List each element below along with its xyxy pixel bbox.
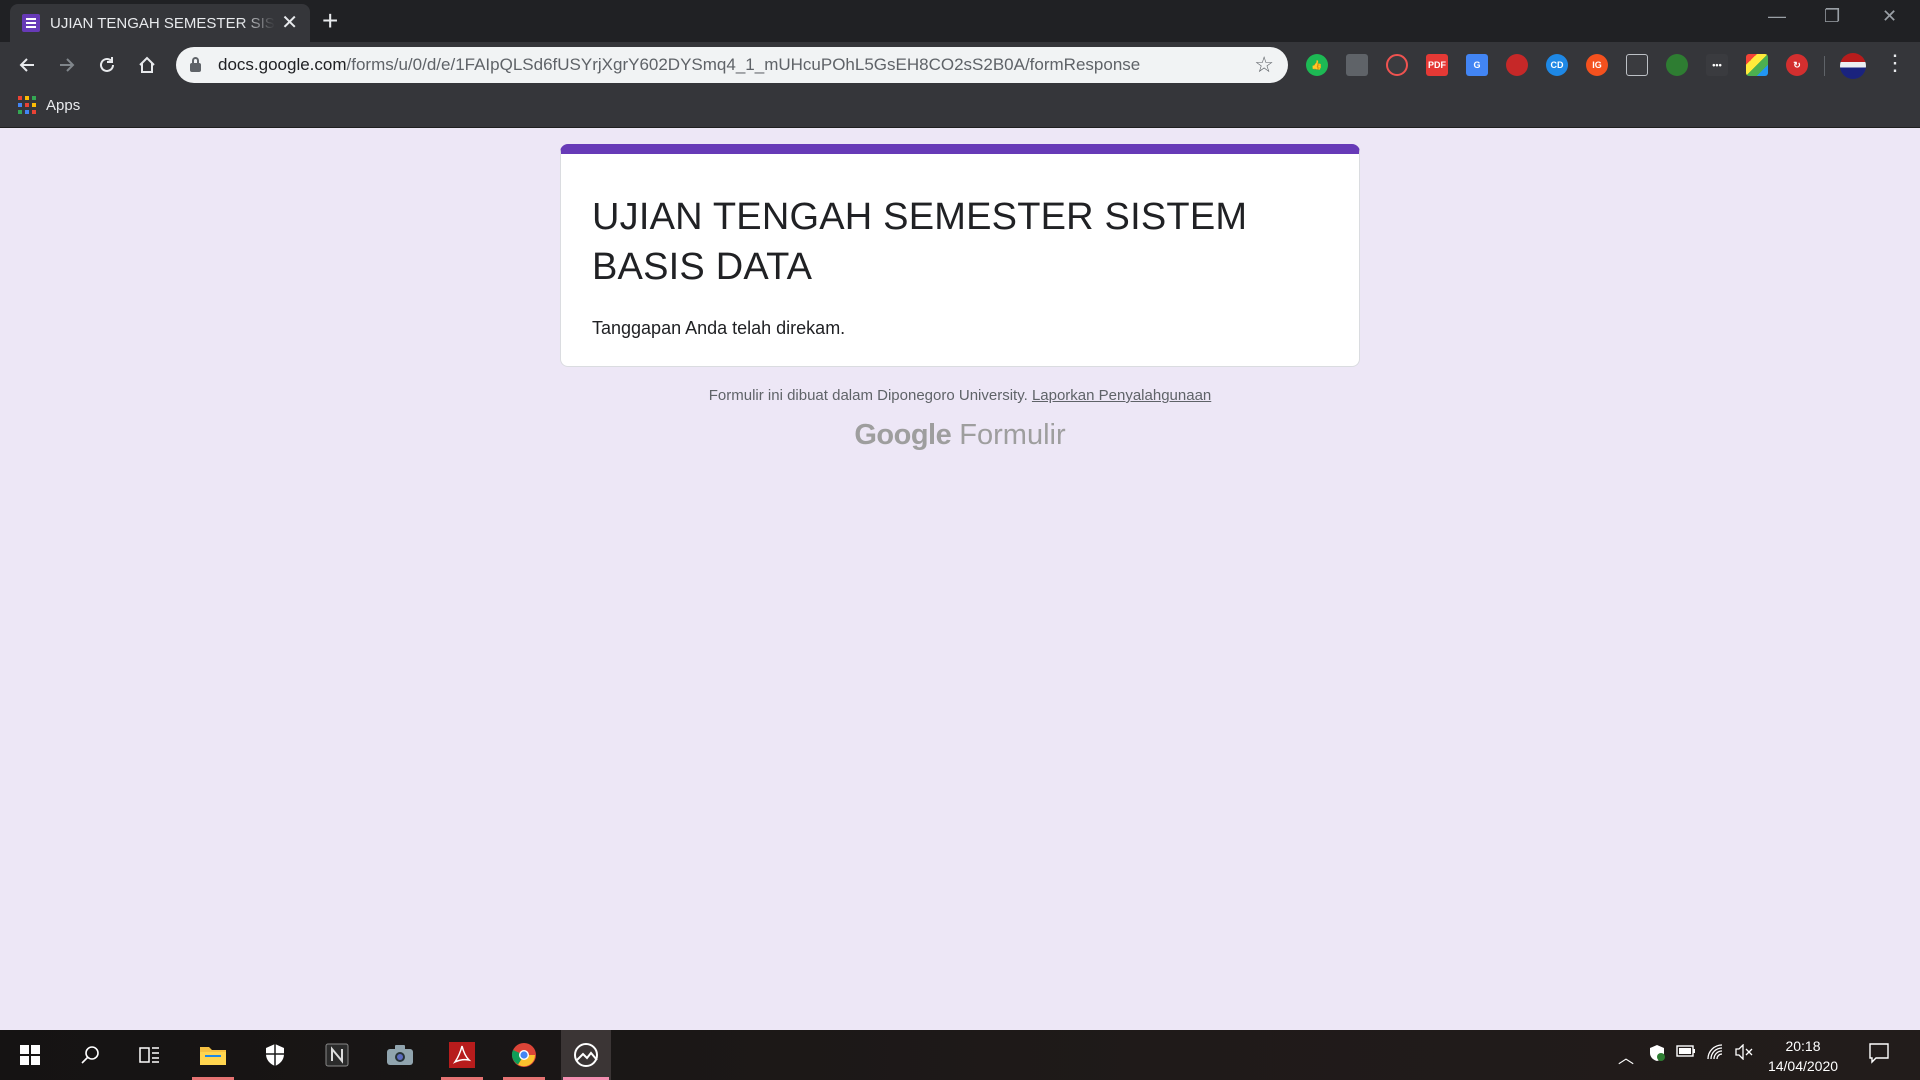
logo-product-text: Formulir <box>959 419 1066 451</box>
google-forms-logo[interactable]: Google Formulir <box>0 419 1920 452</box>
notification-bubble-icon <box>1869 1043 1889 1064</box>
url-text[interactable]: docs.google.com/forms/u/0/d/e/1FAIpQLSd6… <box>218 55 1246 75</box>
wifi-arcs-icon <box>1707 1044 1723 1060</box>
clock-date: 14/04/2020 <box>1767 1058 1839 1074</box>
profile-avatar[interactable] <box>1840 53 1866 79</box>
wifi-icon[interactable] <box>1706 1044 1726 1065</box>
battery-shape-icon <box>1676 1045 1695 1057</box>
forward-button[interactable] <box>52 50 82 80</box>
search-icon <box>81 1046 99 1064</box>
clock-time: 20:18 <box>1785 1038 1821 1054</box>
bookmark-star-icon[interactable]: ☆ <box>1254 52 1274 78</box>
volume-muted-icon[interactable] <box>1734 1043 1754 1065</box>
apps-label: Apps <box>46 96 81 114</box>
form-page: UJIAN TENGAH SEMESTER SISTEM BASIS DATA … <box>0 129 1920 1030</box>
acrobat-icon <box>449 1042 475 1068</box>
color-grid-icon[interactable] <box>1746 54 1768 76</box>
google-forms-favicon-icon <box>22 14 40 32</box>
taskbar-notion[interactable] <box>312 1030 362 1080</box>
reload-icon <box>100 57 114 72</box>
defender-tray-icon[interactable] <box>1648 1044 1666 1067</box>
taskbar-snipping-tool[interactable] <box>561 1030 611 1080</box>
back-button[interactable] <box>12 50 42 80</box>
shield-icon <box>266 1044 284 1066</box>
folder-icon <box>200 1047 226 1065</box>
restore-window-icon[interactable]: ❐ <box>1824 6 1840 27</box>
apps-shortcut[interactable]: Apps <box>18 96 80 114</box>
translate-icon[interactable]: G <box>1466 54 1488 76</box>
notion-icon <box>325 1043 349 1067</box>
minimize-window-icon[interactable]: — <box>1768 6 1786 27</box>
speaker-mute-icon <box>1735 1043 1753 1061</box>
browser-toolbar: docs.google.com/forms/u/0/d/e/1FAIpQLSd6… <box>0 42 1920 88</box>
form-footer: Formulir ini dibuat dalam Diponegoro Uni… <box>0 387 1920 404</box>
chrome-menu-icon[interactable]: ⋮ <box>1884 50 1906 76</box>
confirmation-message: Tanggapan Anda telah direkam. <box>592 318 846 338</box>
tab-close-icon[interactable]: ✕ <box>281 13 298 33</box>
taskbar-windows-security[interactable] <box>250 1030 300 1080</box>
camera-icon <box>387 1045 413 1065</box>
forward-arrow-icon <box>60 58 75 72</box>
lock-icon <box>190 56 201 72</box>
shield-check-icon <box>1650 1045 1665 1061</box>
taskbar-clock[interactable]: 20:18 14/04/2020 <box>1756 1036 1850 1076</box>
pdf-icon[interactable]: PDF <box>1426 54 1448 76</box>
taskbar-camera[interactable] <box>375 1030 425 1080</box>
cube-icon[interactable] <box>1346 54 1368 76</box>
tab-title: UJIAN TENGAH SEMESTER SISTEM BASIS DATA <box>50 14 275 32</box>
snip-sketch-icon <box>574 1043 598 1067</box>
task-view-icon <box>139 1047 159 1063</box>
reload-button[interactable] <box>92 50 122 80</box>
taskbar-chrome[interactable] <box>499 1030 549 1080</box>
toolbar-separator <box>1824 56 1825 76</box>
apps-grid-icon <box>18 96 36 114</box>
address-bar[interactable]: docs.google.com/forms/u/0/d/e/1FAIpQLSd6… <box>176 47 1288 83</box>
green-thumb-icon[interactable]: 👍 <box>1306 54 1328 76</box>
more-icon[interactable]: ••• <box>1706 54 1728 76</box>
browser-titlebar: UJIAN TENGAH SEMESTER SISTEM BASIS DATA … <box>0 0 1920 42</box>
form-confirmation-card: UJIAN TENGAH SEMESTER SISTEM BASIS DATA … <box>560 144 1360 367</box>
logo-google-text: Google <box>854 419 952 451</box>
start-button[interactable] <box>5 1030 55 1080</box>
bookmarks-bar: Apps <box>0 88 1920 128</box>
windows-logo-icon <box>20 1045 40 1065</box>
action-center-icon[interactable] <box>1868 1042 1890 1069</box>
back-arrow-icon <box>19 58 34 72</box>
link-icon[interactable] <box>1386 54 1408 76</box>
battery-icon[interactable] <box>1676 1044 1696 1063</box>
browser-tab[interactable]: UJIAN TENGAH SEMESTER SISTEM BASIS DATA … <box>10 4 310 42</box>
form-title: UJIAN TENGAH SEMESTER SISTEM BASIS DATA <box>592 196 1248 288</box>
url-domain: docs.google.com <box>218 55 347 74</box>
show-hidden-icons-chevron-icon[interactable]: ︿ <box>1618 1044 1634 1068</box>
windows-taskbar: ︿ 20:18 14/04/2020 <box>0 1030 1920 1080</box>
task-view-button[interactable] <box>125 1030 175 1080</box>
cd-icon[interactable]: CD <box>1546 54 1568 76</box>
footer-text: Formulir ini dibuat dalam Diponegoro Uni… <box>708 387 1028 404</box>
new-tab-button[interactable]: + <box>322 6 338 36</box>
chrome-icon <box>511 1043 536 1067</box>
report-abuse-link[interactable]: Laporkan Penyalahgunaan <box>1032 387 1211 404</box>
globe-icon[interactable] <box>1666 54 1688 76</box>
home-button[interactable] <box>132 50 162 80</box>
reader-icon[interactable] <box>1626 54 1648 76</box>
red-circle-icon[interactable] <box>1506 54 1528 76</box>
search-button[interactable] <box>65 1030 115 1080</box>
refresh-red-icon[interactable]: ↻ <box>1786 54 1808 76</box>
taskbar-acrobat[interactable] <box>437 1030 487 1080</box>
ig-icon[interactable]: IG <box>1586 54 1608 76</box>
home-icon <box>139 56 155 73</box>
close-window-icon[interactable]: ✕ <box>1882 6 1897 27</box>
taskbar-file-explorer[interactable] <box>188 1030 238 1080</box>
url-path: /forms/u/0/d/e/1FAIpQLSd6fUSYrjXgrY602DY… <box>346 55 1141 74</box>
